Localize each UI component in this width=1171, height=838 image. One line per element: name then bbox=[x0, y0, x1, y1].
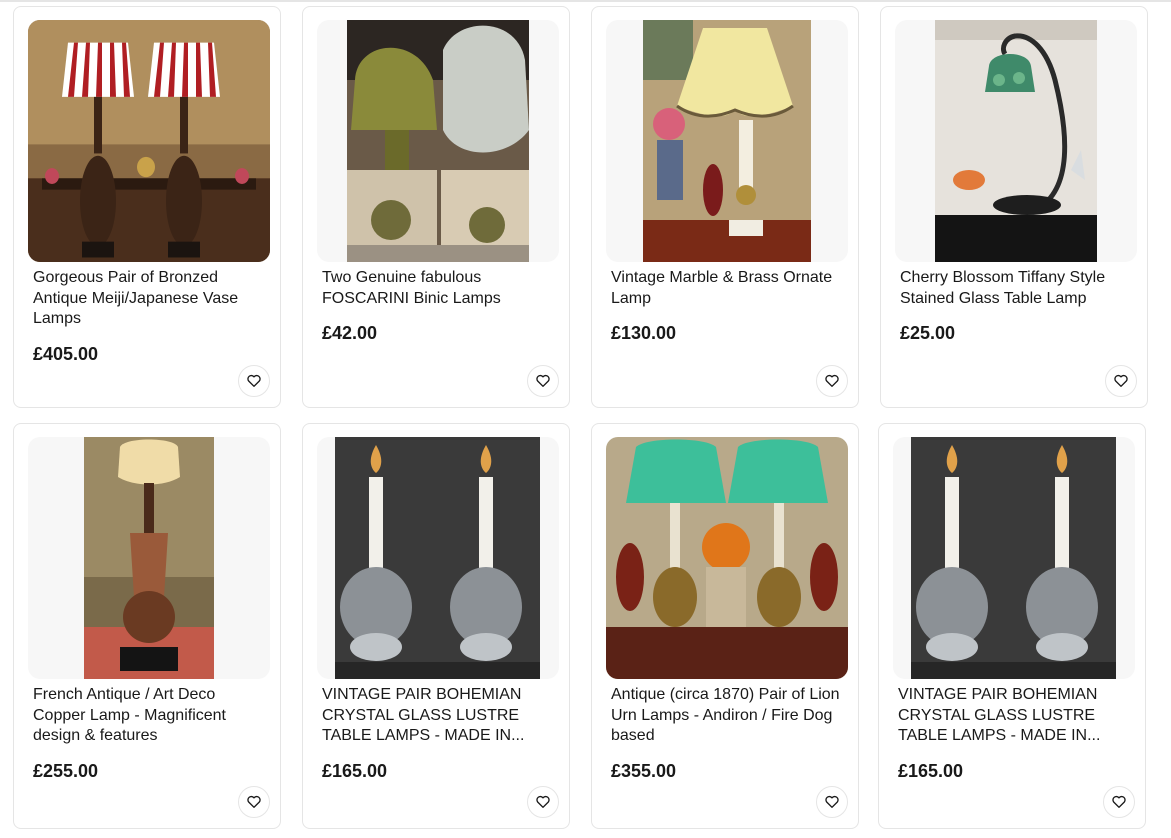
watch-button[interactable] bbox=[238, 365, 270, 397]
lamp-photo bbox=[347, 20, 529, 262]
watch-button[interactable] bbox=[1103, 786, 1135, 818]
listing-image-3[interactable] bbox=[606, 20, 848, 262]
watch-button[interactable] bbox=[1105, 365, 1137, 397]
listing-price: £165.00 bbox=[898, 761, 964, 781]
lamp-photo bbox=[911, 437, 1116, 679]
listing-image-8[interactable] bbox=[893, 437, 1135, 679]
listing-image-6[interactable] bbox=[317, 437, 559, 679]
heart-icon bbox=[825, 795, 839, 808]
listing-card-8[interactable]: VINTAGE PAIR BOHEMIAN CRYSTAL GLASS LUST… bbox=[878, 423, 1146, 829]
listing-card-4[interactable]: Cherry Blossom Tiffany Style Stained Gla… bbox=[880, 6, 1148, 408]
listing-title[interactable]: VINTAGE PAIR BOHEMIAN CRYSTAL GLASS LUST… bbox=[322, 685, 558, 747]
listing-price: £355.00 bbox=[611, 761, 677, 781]
heart-icon bbox=[1114, 374, 1128, 387]
listing-price: £130.00 bbox=[611, 323, 677, 343]
listing-title[interactable]: Antique (circa 1870) Pair of Lion Urn La… bbox=[611, 685, 847, 747]
listing-card-2[interactable]: Two Genuine fabulous FOSCARINI Binic Lam… bbox=[302, 6, 570, 408]
heart-icon bbox=[536, 374, 550, 387]
listing-price: £42.00 bbox=[322, 323, 378, 343]
lamp-photo bbox=[935, 20, 1097, 262]
listing-title[interactable]: Cherry Blossom Tiffany Style Stained Gla… bbox=[900, 268, 1136, 309]
top-divider bbox=[0, 0, 1171, 2]
listing-card-7[interactable]: Antique (circa 1870) Pair of Lion Urn La… bbox=[591, 423, 859, 829]
listing-title[interactable]: Vintage Marble & Brass Ornate Lamp bbox=[611, 268, 847, 309]
lamp-photo bbox=[335, 437, 540, 679]
heart-icon bbox=[536, 795, 550, 808]
lamp-photo bbox=[84, 437, 214, 679]
lamp-photo bbox=[28, 20, 270, 262]
heart-icon bbox=[247, 374, 261, 387]
listing-image-4[interactable] bbox=[895, 20, 1137, 262]
lamp-photo bbox=[606, 437, 848, 679]
listing-image-1[interactable] bbox=[28, 20, 270, 262]
listing-price: £255.00 bbox=[33, 761, 99, 781]
listing-title[interactable]: Two Genuine fabulous FOSCARINI Binic Lam… bbox=[322, 268, 558, 309]
watch-button[interactable] bbox=[816, 786, 848, 818]
watch-button[interactable] bbox=[527, 365, 559, 397]
listing-image-2[interactable] bbox=[317, 20, 559, 262]
heart-icon bbox=[825, 374, 839, 387]
watch-button[interactable] bbox=[816, 365, 848, 397]
watch-button[interactable] bbox=[238, 786, 270, 818]
listing-title[interactable]: French Antique / Art Deco Copper Lamp - … bbox=[33, 685, 269, 747]
listing-card-3[interactable]: Vintage Marble & Brass Ornate Lamp £130.… bbox=[591, 6, 859, 408]
listing-card-5[interactable]: French Antique / Art Deco Copper Lamp - … bbox=[13, 423, 281, 829]
listing-image-7[interactable] bbox=[606, 437, 848, 679]
listing-card-6[interactable]: VINTAGE PAIR BOHEMIAN CRYSTAL GLASS LUST… bbox=[302, 423, 570, 829]
watch-button[interactable] bbox=[527, 786, 559, 818]
lamp-photo bbox=[643, 20, 811, 262]
listing-title[interactable]: Gorgeous Pair of Bronzed Antique Meiji/J… bbox=[33, 268, 269, 330]
listing-title[interactable]: VINTAGE PAIR BOHEMIAN CRYSTAL GLASS LUST… bbox=[898, 685, 1134, 747]
listing-price: £165.00 bbox=[322, 761, 388, 781]
heart-icon bbox=[247, 795, 261, 808]
heart-icon bbox=[1112, 795, 1126, 808]
listing-price: £405.00 bbox=[33, 344, 99, 364]
listing-card-1[interactable]: Gorgeous Pair of Bronzed Antique Meiji/J… bbox=[13, 6, 281, 408]
listing-image-5[interactable] bbox=[28, 437, 270, 679]
listing-price: £25.00 bbox=[900, 323, 956, 343]
